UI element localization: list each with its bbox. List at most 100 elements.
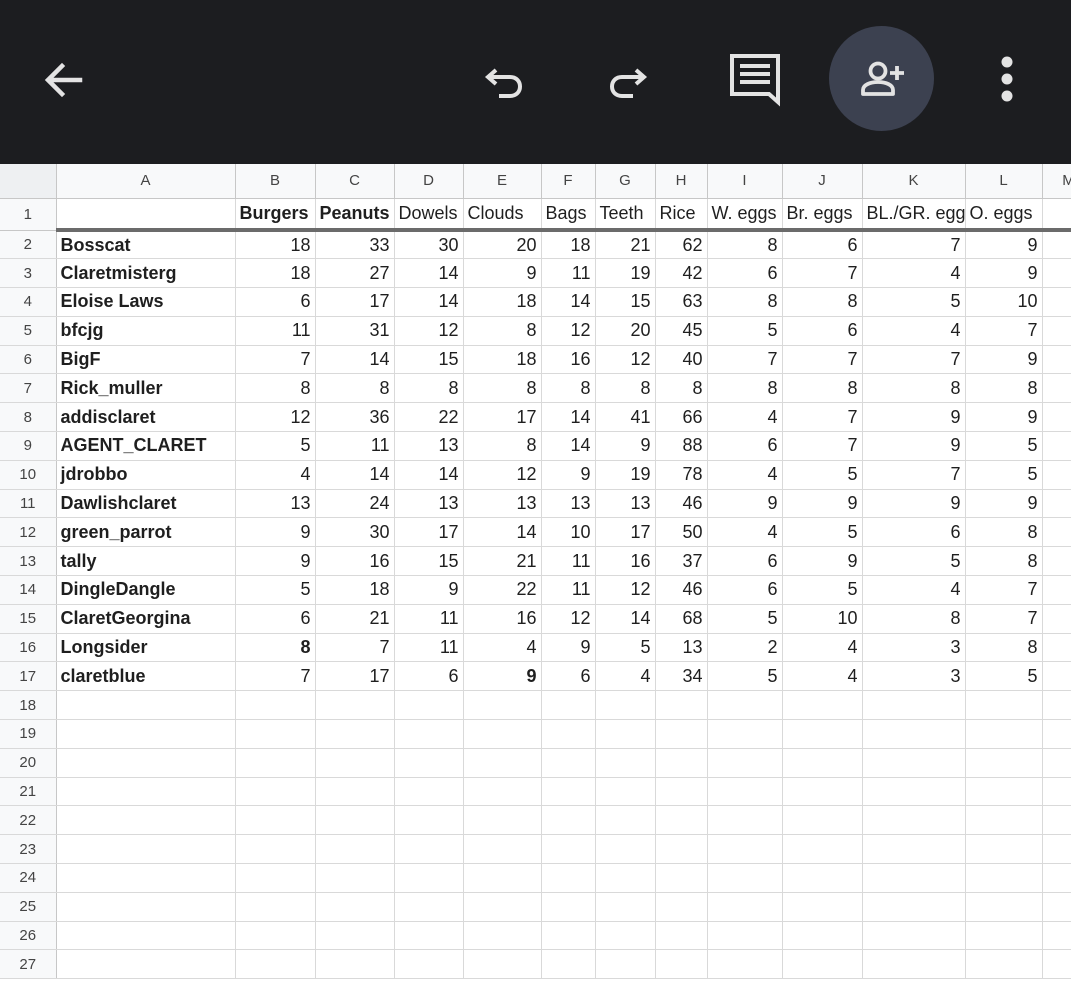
value-cell[interactable]: 9 — [965, 402, 1043, 433]
value-cell[interactable]: 21 — [315, 604, 395, 634]
value-cell[interactable]: 9 — [965, 258, 1043, 289]
value-cell[interactable]: 5 — [782, 517, 863, 548]
empty-cell[interactable] — [315, 719, 395, 749]
row-number[interactable]: 12 — [0, 517, 57, 548]
header-cell[interactable]: O. eggs — [965, 198, 1043, 232]
empty-cell[interactable] — [595, 690, 656, 721]
value-cell[interactable]: 4 — [862, 258, 966, 289]
share-button[interactable] — [829, 26, 934, 131]
value-cell[interactable]: 7 — [862, 345, 966, 375]
value-cell[interactable]: 66 — [655, 402, 708, 433]
empty-cell[interactable] — [707, 863, 783, 893]
value-cell[interactable]: 16 — [541, 345, 596, 375]
value-cell[interactable]: 11 — [235, 316, 316, 346]
value-cell[interactable]: 11 — [541, 258, 596, 289]
empty-cell[interactable] — [315, 748, 395, 778]
value-cell[interactable]: 41 — [595, 402, 656, 433]
value-cell[interactable]: 6 — [707, 546, 783, 577]
value-cell[interactable]: 8 — [707, 287, 783, 317]
value-cell[interactable]: 13 — [463, 489, 542, 519]
value-cell[interactable]: 63 — [655, 287, 708, 317]
column-header-m[interactable]: M — [1042, 164, 1071, 199]
value-cell[interactable]: 6 — [394, 661, 464, 692]
comment-button[interactable] — [722, 46, 788, 112]
header-cell[interactable] — [56, 198, 236, 232]
empty-cell[interactable] — [782, 805, 863, 836]
empty-cell[interactable] — [1042, 489, 1071, 519]
empty-cell[interactable] — [56, 921, 236, 951]
header-cell[interactable]: Bags — [541, 198, 596, 232]
value-cell[interactable]: 20 — [595, 316, 656, 346]
value-cell[interactable]: 4 — [782, 633, 863, 663]
value-cell[interactable]: 12 — [463, 460, 542, 490]
empty-cell[interactable] — [862, 949, 966, 980]
value-cell[interactable]: 11 — [541, 575, 596, 605]
empty-cell[interactable] — [965, 805, 1043, 836]
value-cell[interactable]: 20 — [463, 230, 542, 260]
value-cell[interactable]: 4 — [707, 402, 783, 433]
empty-cell[interactable] — [782, 892, 863, 922]
value-cell[interactable]: 7 — [782, 345, 863, 375]
value-cell[interactable]: 40 — [655, 345, 708, 375]
value-cell[interactable]: 3 — [862, 661, 966, 692]
value-cell[interactable]: 12 — [541, 604, 596, 634]
value-cell[interactable]: 14 — [541, 402, 596, 433]
value-cell[interactable]: 5 — [965, 431, 1043, 461]
column-header-h[interactable]: H — [655, 164, 708, 199]
value-cell[interactable]: 6 — [707, 431, 783, 461]
empty-cell[interactable] — [595, 863, 656, 893]
value-cell[interactable]: 17 — [315, 661, 395, 692]
empty-cell[interactable] — [707, 834, 783, 865]
value-cell[interactable]: 4 — [862, 316, 966, 346]
cell-grid[interactable]: ABCDEFGHIJKLM1BurgersPeanutsDowelsClouds… — [0, 164, 1071, 980]
empty-cell[interactable] — [541, 834, 596, 865]
name-cell[interactable]: addisclaret — [56, 402, 236, 433]
value-cell[interactable]: 7 — [782, 431, 863, 461]
value-cell[interactable]: 9 — [782, 546, 863, 577]
value-cell[interactable]: 9 — [541, 633, 596, 663]
row-number[interactable]: 4 — [0, 287, 57, 317]
empty-cell[interactable] — [463, 834, 542, 865]
empty-cell[interactable] — [541, 777, 596, 807]
value-cell[interactable]: 18 — [541, 230, 596, 260]
value-cell[interactable]: 6 — [541, 661, 596, 692]
value-cell[interactable]: 8 — [463, 316, 542, 346]
empty-cell[interactable] — [1042, 690, 1071, 721]
value-cell[interactable]: 18 — [235, 258, 316, 289]
empty-cell[interactable] — [394, 863, 464, 893]
value-cell[interactable]: 16 — [595, 546, 656, 577]
empty-cell[interactable] — [707, 949, 783, 980]
empty-cell[interactable] — [862, 805, 966, 836]
empty-cell[interactable] — [315, 892, 395, 922]
value-cell[interactable]: 4 — [235, 460, 316, 490]
value-cell[interactable]: 8 — [463, 373, 542, 404]
value-cell[interactable]: 9 — [965, 345, 1043, 375]
value-cell[interactable]: 31 — [315, 316, 395, 346]
empty-cell[interactable] — [595, 719, 656, 749]
value-cell[interactable]: 6 — [782, 230, 863, 260]
empty-cell[interactable] — [1042, 949, 1071, 980]
empty-cell[interactable] — [1042, 230, 1071, 260]
value-cell[interactable]: 6 — [862, 517, 966, 548]
value-cell[interactable]: 5 — [595, 633, 656, 663]
empty-cell[interactable] — [541, 719, 596, 749]
value-cell[interactable]: 8 — [235, 373, 316, 404]
value-cell[interactable]: 6 — [782, 316, 863, 346]
empty-cell[interactable] — [56, 863, 236, 893]
value-cell[interactable]: 5 — [707, 604, 783, 634]
empty-cell[interactable] — [56, 892, 236, 922]
column-header-b[interactable]: B — [235, 164, 316, 199]
empty-cell[interactable] — [707, 748, 783, 778]
row-number[interactable]: 2 — [0, 230, 57, 260]
value-cell[interactable]: 7 — [782, 258, 863, 289]
row-number[interactable]: 19 — [0, 719, 57, 749]
value-cell[interactable]: 9 — [235, 546, 316, 577]
value-cell[interactable]: 9 — [707, 489, 783, 519]
empty-cell[interactable] — [1042, 719, 1071, 749]
name-cell[interactable]: Dawlishclaret — [56, 489, 236, 519]
name-cell[interactable]: Rick_muller — [56, 373, 236, 404]
value-cell[interactable]: 6 — [235, 604, 316, 634]
value-cell[interactable]: 7 — [862, 230, 966, 260]
empty-cell[interactable] — [782, 777, 863, 807]
value-cell[interactable]: 5 — [965, 661, 1043, 692]
